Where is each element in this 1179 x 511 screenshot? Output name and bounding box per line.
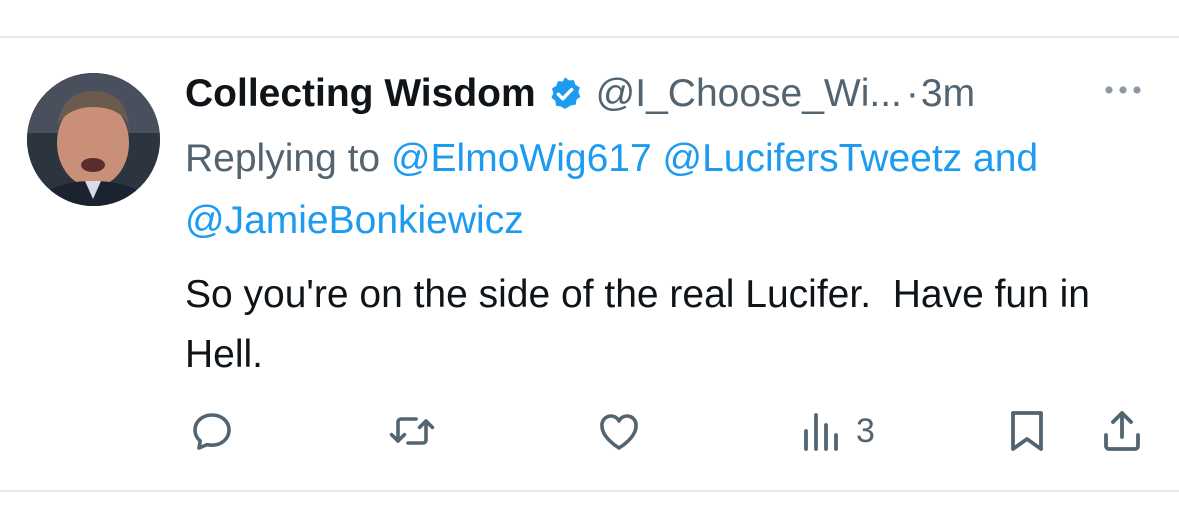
views-chart-icon [800,409,844,453]
timestamp[interactable]: 3m [921,72,975,116]
mention-link[interactable]: @ElmoWig617 [391,137,652,180]
top-divider [0,36,1179,38]
bookmark-icon [1005,407,1049,455]
share-icon [1098,407,1146,455]
replying-prefix: Replying to [185,137,391,180]
tweet-text: So you're on the side of the real Lucife… [185,273,1101,376]
action-bar: 3 [0,400,1179,460]
avatar-photo [27,73,160,206]
views-count: 3 [856,411,875,450]
verified-badge-icon [546,75,584,113]
user-handle[interactable]: @I_Choose_Wi... [596,72,902,116]
mention-link[interactable]: @LucifersTweetz [662,137,962,180]
bottom-divider [0,490,1179,492]
replying-to: Replying to @ElmoWig617 @LucifersTweetz … [185,128,1165,252]
mention-link[interactable]: @JamieBonkiewicz [185,199,524,242]
tweet-header: Collecting Wisdom @I_Choose_Wi... · 3m [185,68,1165,120]
more-horizontal-icon[interactable] [1101,70,1145,110]
retweet-button[interactable] [386,406,438,456]
display-name[interactable]: Collecting Wisdom [185,72,536,116]
like-button[interactable] [595,406,643,456]
header-separator: · [905,72,919,115]
views-button[interactable]: 3 [800,406,875,456]
reply-icon [188,407,236,455]
retweet-icon [386,407,438,455]
mention-joiner: and [962,137,1039,180]
share-button[interactable] [1098,406,1146,456]
avatar[interactable] [27,73,160,206]
heart-icon [595,407,643,455]
reply-button[interactable] [188,406,236,456]
bookmark-button[interactable] [1005,406,1049,456]
